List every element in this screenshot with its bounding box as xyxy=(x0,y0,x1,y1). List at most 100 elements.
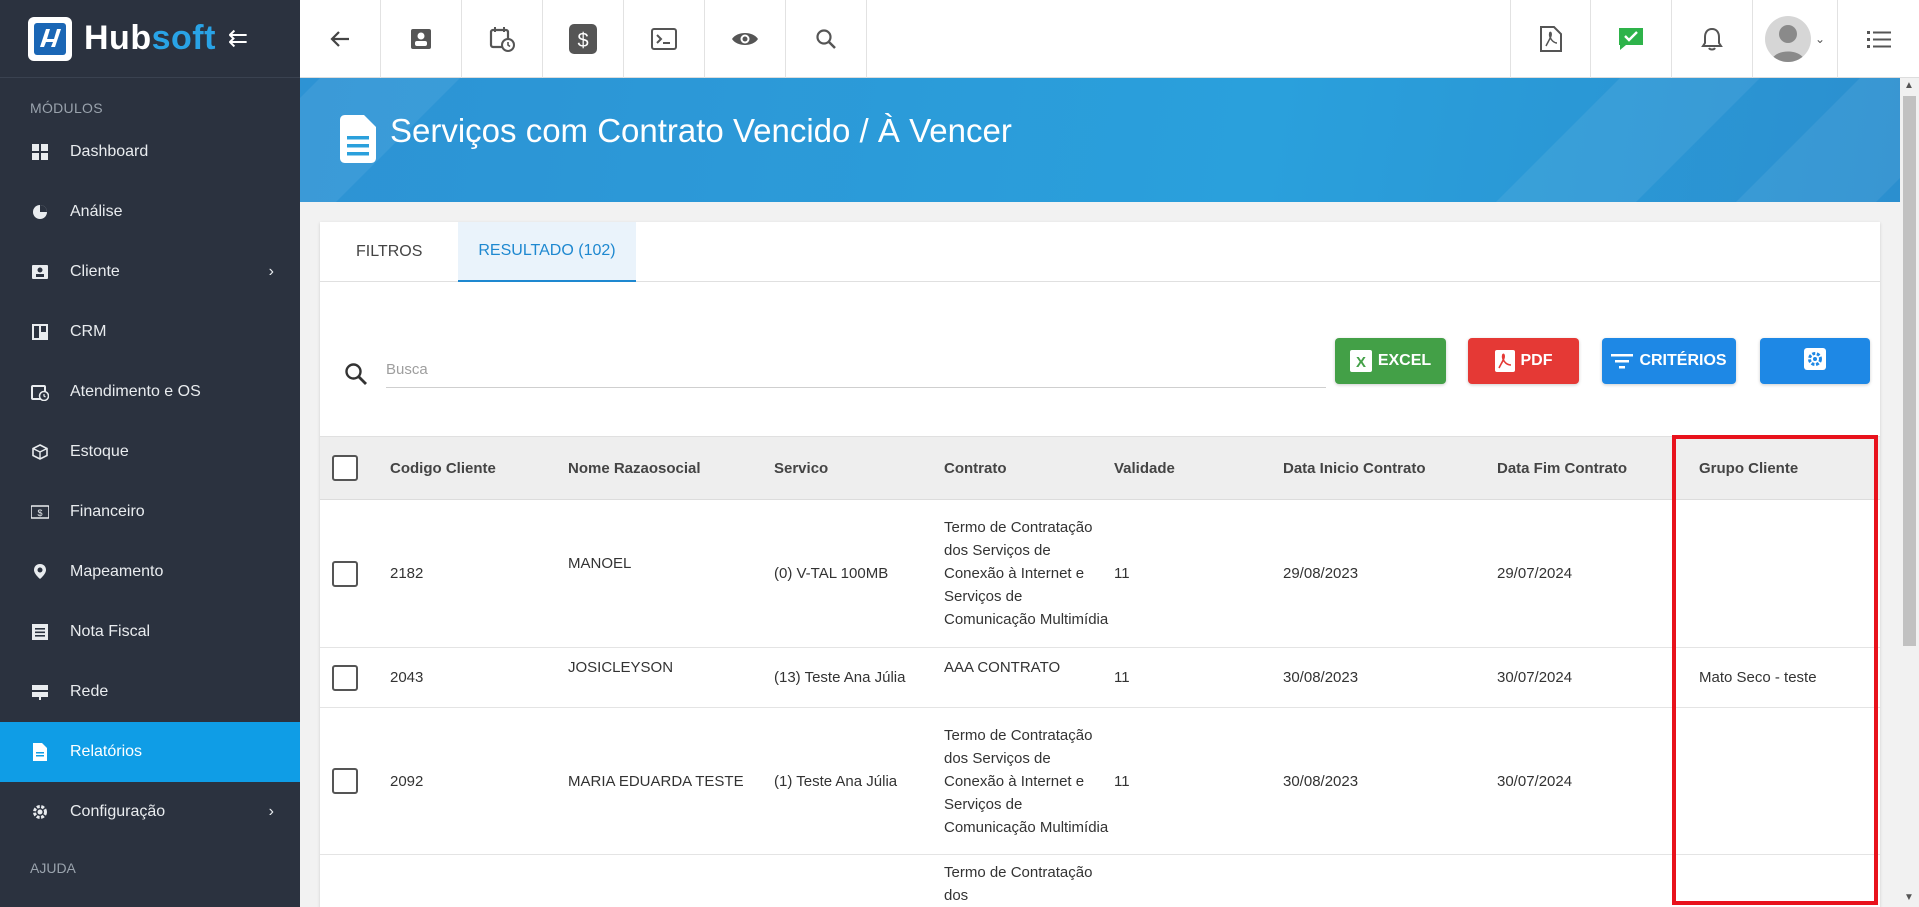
view-shortcut-button[interactable] xyxy=(705,0,786,78)
sidebar-item-financeiro[interactable]: $ Financeiro xyxy=(0,482,300,542)
column-header[interactable]: Servico xyxy=(774,460,944,477)
page-scrollbar[interactable]: ▲ ▼ xyxy=(1900,78,1919,907)
hubsoft-logo-icon xyxy=(28,16,72,61)
sidebar-item-estoque[interactable]: Estoque xyxy=(0,422,300,482)
column-header[interactable]: Grupo Cliente xyxy=(1699,460,1880,477)
user-menu-button[interactable]: ⌄ xyxy=(1753,0,1838,78)
row-checkbox[interactable] xyxy=(332,664,358,691)
calendar-clock-icon xyxy=(489,27,515,52)
sidebar-item-label: Configuração xyxy=(70,803,166,820)
cell-grupo: Mato Seco - teste xyxy=(1699,669,1817,686)
pdf-icon xyxy=(1494,350,1515,372)
sidebar-item-atendimento[interactable]: Atendimento e OS xyxy=(0,362,300,422)
pdf-shortcut-button[interactable] xyxy=(1510,0,1591,78)
row-select-cell xyxy=(320,664,390,691)
sidebar-item-mapeamento[interactable]: Mapeamento xyxy=(0,542,300,602)
cell-fim: 30/07/2024 xyxy=(1497,669,1573,686)
eye-icon xyxy=(732,33,758,45)
gear-icon xyxy=(1803,347,1827,376)
sidebar-item-label: Atendimento e OS xyxy=(70,383,201,400)
table-settings-button[interactable] xyxy=(1760,338,1870,384)
criteria-label: CRITÉRIOS xyxy=(1639,352,1727,369)
sidebar-item-analise[interactable]: Análise xyxy=(0,182,300,242)
page-title: Serviços com Contrato Vencido / À Vencer xyxy=(390,112,1012,149)
collapse-sidebar-icon[interactable]: ⇇ xyxy=(228,24,248,53)
sidebar-item-label: Dashboard xyxy=(70,143,149,160)
table-row[interactable]: 2043 JOSICLEYSON (13) Teste Ana Júlia AA… xyxy=(320,648,1880,708)
sidebar-item-label: Financeiro xyxy=(70,503,145,520)
scroll-thumb[interactable] xyxy=(1903,96,1916,646)
search-shortcut-button[interactable] xyxy=(786,0,867,78)
sidebar-item-label: Estoque xyxy=(70,443,129,460)
sidebar-item-label: Relatórios xyxy=(70,743,143,760)
scroll-down-icon[interactable]: ▼ xyxy=(1904,892,1914,903)
tab-resultado[interactable]: RESULTADO (102) xyxy=(458,222,636,282)
column-header[interactable]: Contrato xyxy=(944,457,1114,480)
notifications-button[interactable] xyxy=(1672,0,1753,78)
sidebar-item-rede[interactable]: Rede xyxy=(0,662,300,722)
sidebar-item-label: Cliente xyxy=(70,263,120,280)
sidebar-item-cliente[interactable]: Cliente › xyxy=(0,242,300,302)
search-input[interactable] xyxy=(386,352,1326,388)
sidebar-item-configuracao[interactable]: Configuração › xyxy=(0,782,300,842)
cell-inicio: 29/08/2023 xyxy=(1283,565,1359,582)
table-row[interactable]: 2092 MARIA EDUARDA TESTE (1) Teste Ana J… xyxy=(320,708,1880,855)
cell-inicio: 30/08/2023 xyxy=(1283,669,1359,686)
row-checkbox[interactable] xyxy=(332,560,358,587)
chat-check-icon xyxy=(1619,28,1643,50)
map-pin-icon xyxy=(30,562,50,582)
cell-servico: (13) Teste Ana Júlia xyxy=(774,669,906,686)
client-shortcut-button[interactable] xyxy=(381,0,462,78)
sidebar-item-label: Mapeamento xyxy=(70,563,164,580)
column-header[interactable]: Codigo Cliente xyxy=(390,460,568,477)
svg-text:$: $ xyxy=(37,508,42,518)
pdf-file-icon xyxy=(1539,26,1562,52)
sidebar-item-nota-fiscal[interactable]: Nota Fiscal xyxy=(0,602,300,662)
criteria-button[interactable]: CRITÉRIOS xyxy=(1602,338,1736,384)
chevron-down-icon: ⌄ xyxy=(1814,32,1826,46)
column-header[interactable]: Data Inicio Contrato xyxy=(1283,460,1497,477)
cell-contrato: Termo de Contratação dos Serviços de Con… xyxy=(944,519,1109,628)
table-row[interactable]: Termo de Contratação dos xyxy=(320,855,1880,907)
cell-nome: MANOEL xyxy=(568,555,632,572)
report-card: FILTROS RESULTADO (102) X EXCEL PDF CRIT… xyxy=(320,222,1880,907)
row-checkbox[interactable] xyxy=(332,768,358,794)
schedule-shortcut-button[interactable] xyxy=(462,0,543,78)
sidebar: Hubsoft ⇇ MÓDULOS Dashboard Análise Clie… xyxy=(0,0,300,907)
sidebar-item-crm[interactable]: CRM xyxy=(0,302,300,362)
export-excel-button[interactable]: X EXCEL xyxy=(1335,338,1446,384)
cell-codigo: 2182 xyxy=(390,565,424,582)
cell-inicio: 30/08/2023 xyxy=(1283,772,1359,790)
cell-contrato: Termo de Contratação dos Serviços de Con… xyxy=(944,726,1109,836)
list-menu-button[interactable] xyxy=(1838,0,1919,78)
invoice-icon xyxy=(30,622,50,642)
select-all-cell xyxy=(320,455,390,481)
contact-card-icon xyxy=(30,262,50,282)
svg-text:X: X xyxy=(1356,354,1366,371)
cell-contrato: Termo de Contratação dos xyxy=(944,864,1093,904)
sidebar-item-dashboard[interactable]: Dashboard xyxy=(0,122,300,182)
search-icon xyxy=(344,362,368,391)
calendar-clock-icon xyxy=(30,382,50,402)
column-header[interactable]: Data Fim Contrato xyxy=(1497,460,1699,477)
cell-codigo: 2043 xyxy=(390,669,424,686)
export-pdf-button[interactable]: PDF xyxy=(1468,338,1579,384)
document-icon xyxy=(338,114,378,169)
terminal-shortcut-button[interactable] xyxy=(624,0,705,78)
pie-chart-icon xyxy=(30,202,50,222)
column-header[interactable]: Validade xyxy=(1114,460,1283,477)
scroll-up-icon[interactable]: ▲ xyxy=(1904,80,1914,91)
sidebar-item-relatorios[interactable]: Relatórios xyxy=(0,722,300,782)
cell-validade: 11 xyxy=(1114,772,1130,790)
messages-button[interactable] xyxy=(1591,0,1672,78)
back-button[interactable] xyxy=(300,0,381,78)
crm-board-icon xyxy=(30,322,50,342)
finance-shortcut-button[interactable]: $ xyxy=(543,0,624,78)
column-header[interactable]: Nome Razaosocial xyxy=(568,460,774,477)
gear-icon xyxy=(30,802,50,822)
table-row[interactable]: 2182 MANOEL (0) V-TAL 100MB Termo de Con… xyxy=(320,500,1880,648)
tab-filtros[interactable]: FILTROS xyxy=(320,222,458,282)
select-all-checkbox[interactable] xyxy=(332,455,358,481)
excel-icon: X xyxy=(1349,350,1372,372)
contact-card-icon xyxy=(411,29,431,49)
